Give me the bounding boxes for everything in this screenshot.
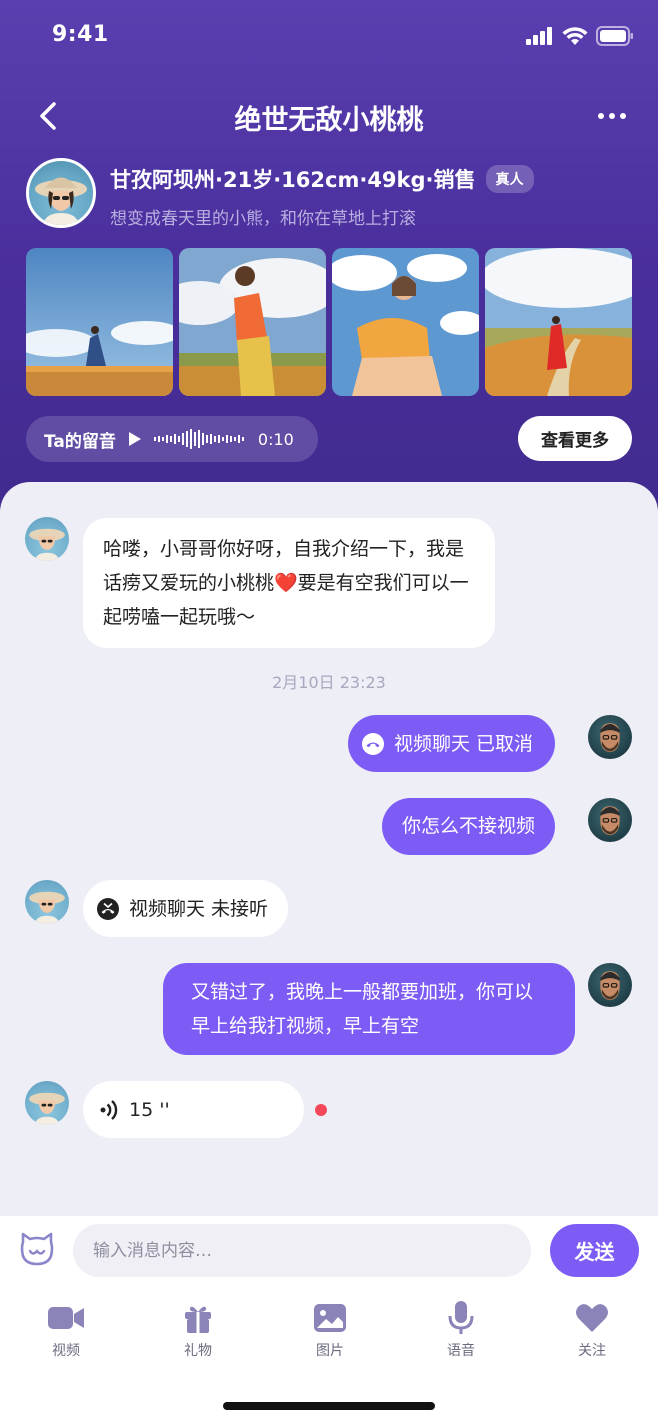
message-text: 你怎么不接视频 <box>402 815 536 837</box>
message-text: 视频聊天 已取消 <box>394 732 534 755</box>
avatar[interactable] <box>26 158 96 228</box>
cellular-signal-icon <box>526 27 552 45</box>
voice-intro-label: Ta的留音 <box>44 431 116 452</box>
emoji-face-icon <box>20 1232 54 1266</box>
see-more-button[interactable]: 查看更多 <box>518 416 632 461</box>
toolbar-voice-button[interactable]: 语音 <box>426 1300 496 1360</box>
avatar[interactable] <box>588 798 632 842</box>
toolbar-label: 礼物 <box>184 1343 212 1359</box>
nav-bar: 绝世无敌小桃桃 <box>0 88 658 144</box>
voice-wave-icon <box>100 1099 118 1120</box>
message-bubble[interactable]: 又错过了，我晚上一般都要加班，你可以早上给我打视频，早上有空 <box>163 963 575 1055</box>
home-indicator <box>223 1402 435 1410</box>
message-input[interactable] <box>73 1224 531 1277</box>
profile-name-line: 甘孜阿坝州·21岁·162cm·49kg·销售 <box>110 168 476 192</box>
unread-dot <box>315 1104 327 1116</box>
verified-badge: 真人 <box>485 165 534 193</box>
avatar[interactable] <box>588 715 632 759</box>
photo-thumbnail[interactable] <box>485 248 632 396</box>
message-timestamp: 2月10日 23:23 <box>272 673 386 692</box>
status-time: 9:41 <box>52 22 109 47</box>
emoji-button[interactable] <box>18 1230 56 1268</box>
more-dots-icon <box>598 113 604 119</box>
status-bar: 9:41 <box>0 0 658 72</box>
toolbar-label: 关注 <box>578 1343 606 1359</box>
page-title: 绝世无敌小桃桃 <box>234 105 424 136</box>
voice-intro-player[interactable]: Ta的留音 0:10 <box>26 416 318 462</box>
send-button[interactable]: 发送 <box>550 1224 639 1277</box>
toolbar-follow-button[interactable]: 关注 <box>557 1300 627 1360</box>
message-text: 哈喽，小哥哥你好呀，自我介绍一下，我是话痨又爱玩的小桃桃❤️要是有空我们可以一起… <box>103 538 469 628</box>
heart-icon <box>576 1304 608 1332</box>
avatar[interactable] <box>25 880 69 924</box>
profile-signature: 想变成春天里的小熊，和你在草地上打滚 <box>110 209 416 229</box>
photo-thumbnail[interactable] <box>332 248 479 396</box>
mic-icon <box>448 1301 474 1334</box>
gift-icon <box>185 1306 211 1333</box>
photo-gallery <box>26 248 632 396</box>
chat-area: 哈喽，小哥哥你好呀，自我介绍一下，我是话痨又爱玩的小桃桃❤️要是有空我们可以一起… <box>0 482 658 1216</box>
waveform-icon <box>153 429 244 449</box>
video-icon <box>48 1307 84 1329</box>
message-bubble[interactable]: 你怎么不接视频 <box>382 798 556 855</box>
toolbar-gift-button[interactable]: 礼物 <box>163 1300 233 1360</box>
photo-thumbnail[interactable] <box>179 248 326 396</box>
avatar[interactable] <box>588 963 632 1007</box>
message-bubble[interactable]: 视频聊天 已取消 <box>348 715 556 772</box>
toolbar-label: 图片 <box>316 1343 344 1359</box>
missed-call-icon <box>97 897 119 920</box>
battery-icon <box>596 26 633 46</box>
message-text: 视频聊天 未接听 <box>129 897 269 920</box>
profile-card: 甘孜阿坝州·21岁·162cm·49kg·销售 真人 想变成春天里的小熊，和你在… <box>26 158 636 230</box>
image-icon <box>314 1304 346 1332</box>
voice-duration: 15 '' <box>129 1098 170 1121</box>
call-cancelled-icon <box>362 732 384 755</box>
avatar[interactable] <box>25 517 69 561</box>
toolbar-image-button[interactable]: 图片 <box>295 1300 365 1360</box>
photo-thumbnail[interactable] <box>26 248 173 396</box>
message-text: 又错过了，我晚上一般都要加班，你可以早上给我打视频，早上有空 <box>191 981 534 1037</box>
toolbar-label: 视频 <box>52 1343 80 1359</box>
wifi-icon <box>562 26 588 45</box>
toolbar-label: 语音 <box>447 1343 475 1359</box>
toolbar-video-button[interactable]: 视频 <box>31 1300 101 1360</box>
avatar[interactable] <box>25 1081 69 1125</box>
message-bubble[interactable]: 哈喽，小哥哥你好呀，自我介绍一下，我是话痨又爱玩的小桃桃❤️要是有空我们可以一起… <box>83 518 495 648</box>
message-bubble[interactable]: 视频聊天 未接听 <box>83 880 289 937</box>
voice-intro-duration: 0:10 <box>257 429 294 449</box>
more-options-button[interactable] <box>594 98 630 134</box>
play-icon <box>128 432 141 446</box>
woman-portrait <box>35 177 87 225</box>
voice-message-bubble[interactable]: 15 '' <box>83 1081 304 1138</box>
message-input-bar: 发送 <box>0 1216 658 1286</box>
